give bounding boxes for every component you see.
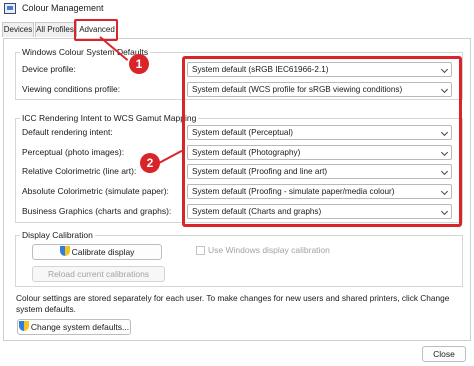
uac-shield-icon [59,246,70,257]
annotation-badge-2: 2 [140,153,160,173]
perceptual-label: Perceptual (photo images): [22,147,125,157]
calibrate-display-button[interactable]: Calibrate display [32,244,162,260]
default-intent-label: Default rendering intent: [22,127,113,137]
calibrate-display-label: Calibrate display [71,247,135,257]
annotation-tab-highlight [74,19,118,41]
close-button[interactable]: Close [422,346,466,362]
device-profile-label: Device profile: [22,64,76,74]
title-bar: Colour Management [0,0,474,18]
change-system-defaults-button[interactable]: Change system defaults... [17,319,131,335]
relative-colorimetric-label: Relative Colorimetric (line art): [22,166,137,176]
absolute-colorimetric-label: Absolute Colorimetric (simulate paper): [22,186,169,196]
monitor-icon [4,3,16,14]
viewing-conditions-label: Viewing conditions profile: [22,84,121,94]
window-title: Colour Management [22,3,104,13]
icc-mapping-label: ICC Rendering Intent to WCS Gamut Mappin… [20,113,199,123]
uac-shield-icon [18,321,29,332]
tab-devices[interactable]: Devices [2,22,34,37]
use-windows-calibration-label: Use Windows display calibration [208,245,330,255]
annotation-badge-1: 1 [129,54,149,74]
reload-calibrations-button[interactable]: Reload current calibrations [32,266,165,282]
business-graphics-label: Business Graphics (charts and graphs): [22,206,172,216]
footer-info-text: Colour settings are stored separately fo… [16,293,450,314]
display-calibration-label: Display Calibration [20,230,95,240]
wcs-defaults-label: Windows Colour System Defaults [20,47,151,57]
use-windows-calibration-checkbox[interactable] [196,246,205,255]
annotation-dropdowns-highlight [182,56,462,227]
tab-all-profiles[interactable]: All Profiles [35,22,75,37]
change-system-defaults-label: Change system defaults... [30,322,130,332]
